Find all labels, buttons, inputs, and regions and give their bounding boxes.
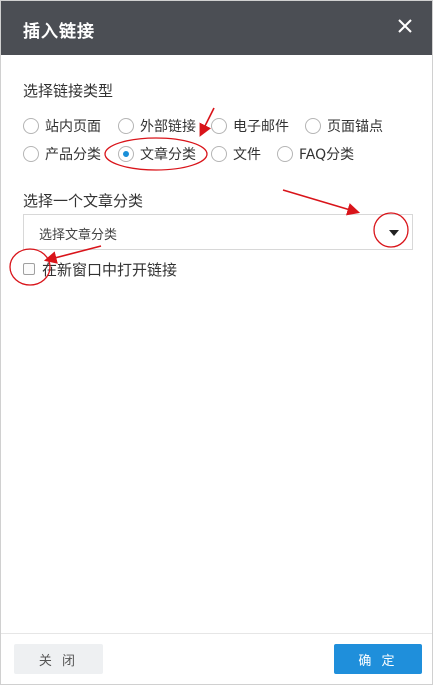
new-window-checkbox[interactable] [23,263,35,275]
close-icon[interactable] [394,15,416,37]
radio-page-anchor[interactable]: 页面锚点 [305,115,383,137]
category-label: 选择一个文章分类 [23,192,144,210]
radio-label: 文章分类 [140,147,196,163]
radio-label: 页面锚点 [327,119,383,135]
close-button[interactable]: 关 闭 [14,644,103,674]
confirm-button[interactable]: 确 定 [334,644,422,674]
radio-external-link[interactable]: 外部链接 [118,115,196,137]
radio-label: 文件 [233,147,261,163]
radio-button[interactable] [305,118,321,134]
radio-article-category[interactable]: 文章分类 [118,143,196,165]
radio-label: 电子邮件 [233,119,289,135]
radio-button[interactable] [277,146,293,162]
dialog-titlebar: 插入链接 [1,1,432,55]
radio-button[interactable] [118,118,134,134]
radio-email[interactable]: 电子邮件 [211,115,289,137]
radio-label: 站内页面 [45,119,101,135]
caret-down-icon[interactable] [389,230,399,236]
radio-label: 外部链接 [140,119,196,135]
radio-button[interactable] [211,118,227,134]
radio-button-selected[interactable] [118,146,134,162]
radio-file[interactable]: 文件 [211,143,261,165]
radio-button[interactable] [23,146,39,162]
new-window-label: 在新窗口中打开链接 [42,260,178,279]
radio-faq-category[interactable]: FAQ分类 [277,143,354,165]
footer-divider [1,633,432,634]
link-type-label: 选择链接类型 [23,82,114,100]
radio-product-category[interactable]: 产品分类 [23,143,101,165]
dialog-title: 插入链接 [23,22,95,42]
select-value: 选择文章分类 [39,228,118,243]
insert-link-dialog: 插入链接 选择链接类型 站内页面 外部链接 电子邮件 页面锚点 产品分类 文章分… [0,0,433,685]
radio-label: 产品分类 [45,147,101,163]
article-category-select[interactable]: 选择文章分类 [23,214,413,250]
radio-button[interactable] [23,118,39,134]
radio-label: FAQ分类 [299,147,355,163]
radio-button[interactable] [211,146,227,162]
radio-site-page[interactable]: 站内页面 [23,115,101,137]
new-window-option[interactable]: 在新窗口中打开链接 [23,259,177,279]
